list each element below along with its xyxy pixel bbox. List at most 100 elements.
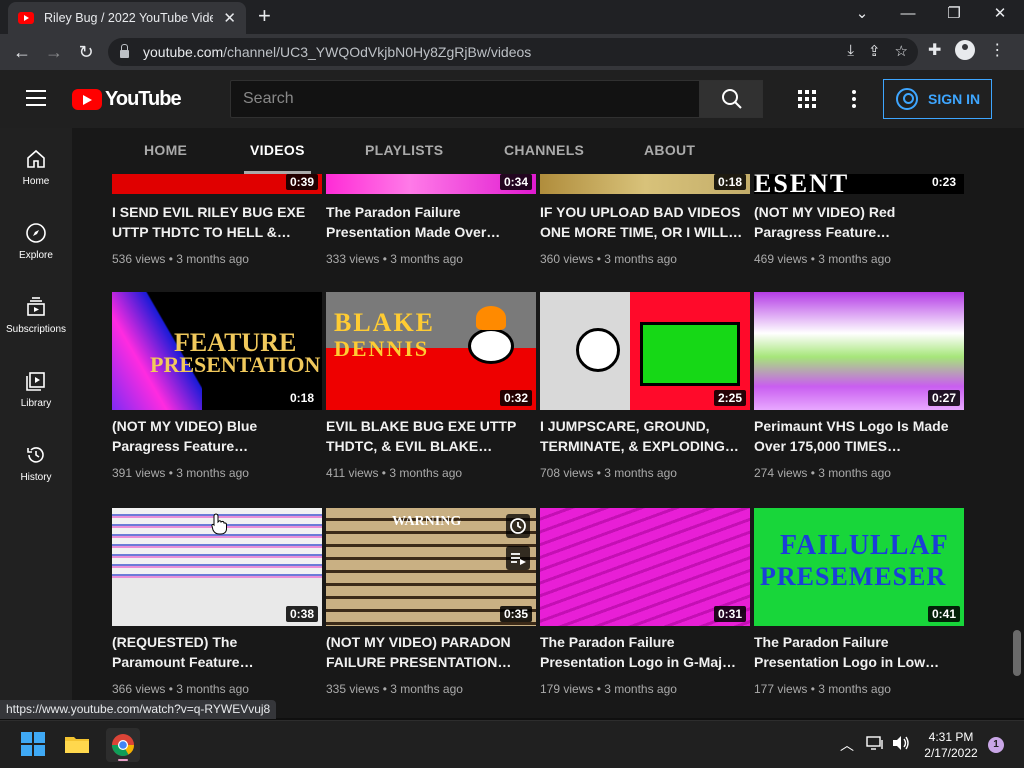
system-clock[interactable]: 4:31 PM 2/17/2022 (916, 729, 986, 761)
watch-later-icon[interactable] (506, 514, 530, 538)
video-title-line: THDTC, & EVIL BLAKE… (326, 438, 493, 454)
video-title[interactable]: (NOT MY VIDEO) PARADON FAILURE PRESENTATI… (326, 632, 536, 672)
compass-icon (26, 223, 46, 243)
video-duration: 0:23 (927, 174, 960, 190)
video-thumbnail[interactable]: ESENT 0:23 (754, 174, 964, 194)
share-icon[interactable]: ⇪ (868, 42, 881, 60)
reload-icon[interactable]: ↻ (70, 36, 102, 68)
windows-taskbar: ︿ 4:31 PM 2/17/2022 1 (0, 720, 1024, 768)
search-input[interactable]: Search (230, 80, 700, 118)
show-hidden-icons-chevron-icon[interactable]: ︿ (840, 735, 854, 755)
video-duration: 0:18 (713, 174, 746, 190)
video-title[interactable]: I JUMPSCARE, GROUND, TERMINATE, & EXPLODI… (540, 416, 750, 456)
video-thumbnail[interactable]: WARNING 0:35 (326, 508, 536, 626)
video-grid: 0:39 I SEND EVIL RILEY BUG EXE UTTP THDTC… (72, 174, 1024, 718)
tab-about[interactable]: ABOUT (644, 128, 695, 174)
tab-videos[interactable]: VIDEOS (244, 128, 311, 174)
network-icon[interactable] (866, 735, 884, 754)
video-thumbnail[interactable]: 0:31 (540, 508, 750, 626)
video-title-line: Perimaunt VHS Logo Is Made (754, 418, 949, 434)
video-title[interactable]: (REQUESTED) The Paramount Feature… (112, 632, 322, 672)
video-title-line: FAILURE PRESENTATION… (326, 654, 512, 670)
chrome-taskbar-icon[interactable] (106, 728, 140, 762)
address-bar[interactable]: youtube.com/channel/UC3_YWQOdVkjbN0Hy8Zg… (108, 38, 918, 66)
video-thumbnail[interactable]: 2:25 (540, 292, 750, 410)
guide-label-library: Library (20, 398, 52, 409)
youtube-logo[interactable]: YouTube (72, 88, 182, 111)
hamburger-menu-icon[interactable] (26, 90, 46, 106)
home-icon (27, 149, 45, 168)
url-host: youtube.com (143, 44, 224, 60)
browser-menu-icon[interactable]: ⋮ (989, 40, 1005, 60)
tab-close-icon[interactable]: ✕ (223, 9, 236, 27)
settings-more-icon[interactable] (852, 90, 856, 108)
video-thumbnail[interactable]: FAILULLAF PRESEMESER 0:41 (754, 508, 964, 626)
thumbnail-text: WARNING (392, 514, 462, 529)
search-button[interactable] (699, 80, 763, 118)
youtube-play-logo-icon (72, 89, 102, 110)
new-tab-icon[interactable]: + (258, 3, 271, 29)
back-arrow-icon[interactable]: ← (6, 36, 38, 68)
video-thumbnail[interactable]: BLAKE DENNIS 0:32 (326, 292, 536, 410)
scrollbar-thumb[interactable] (1013, 630, 1021, 676)
browser-tab[interactable]: Riley Bug / 2022 YouTube Videos ✕ (8, 2, 246, 34)
guide-item-library[interactable]: Library (0, 370, 72, 409)
guide-item-explore[interactable]: Explore (0, 222, 72, 261)
window-close-icon[interactable]: ✕ (990, 4, 1010, 24)
windows-start-icon[interactable] (20, 731, 48, 759)
video-thumbnail[interactable]: 0:39 (112, 174, 322, 194)
video-meta: 177 views • 3 months ago (754, 682, 891, 696)
video-title[interactable]: (NOT MY VIDEO) Blue Paragress Feature… (112, 416, 322, 456)
video-thumbnail[interactable]: 0:27 (754, 292, 964, 410)
guide-item-home[interactable]: Home (0, 148, 72, 187)
video-thumbnail[interactable]: 0:18 (540, 174, 750, 194)
lock-icon (120, 44, 129, 58)
tab-title: Riley Bug / 2022 YouTube Videos (44, 11, 214, 25)
forward-arrow-icon[interactable]: → (38, 36, 70, 68)
guide-label-explore: Explore (19, 250, 53, 261)
video-meta: 366 views • 3 months ago (112, 682, 249, 696)
guide-item-history[interactable]: History (0, 444, 72, 483)
video-meta: 411 views • 3 months ago (326, 466, 463, 480)
account-circle-icon (896, 88, 918, 110)
video-title[interactable]: The Paradon Failure Presentation Logo in … (540, 632, 750, 672)
video-title[interactable]: The Paradon Failure Presentation Logo in … (754, 632, 964, 672)
apps-grid-icon[interactable] (798, 90, 816, 108)
notification-badge[interactable]: 1 (988, 737, 1004, 753)
video-title-line: The Paradon Failure (540, 634, 675, 650)
video-title[interactable]: EVIL BLAKE BUG EXE UTTP THDTC, & EVIL BLA… (326, 416, 536, 456)
tab-search-icon[interactable]: ⌄ (852, 4, 872, 24)
minimize-icon[interactable]: — (898, 4, 918, 24)
tab-home[interactable]: HOME (144, 128, 187, 174)
extensions-puzzle-icon[interactable]: ✚ (928, 40, 941, 60)
thumbnail-text: FAILULLAF (780, 530, 949, 561)
video-title[interactable]: Perimaunt VHS Logo Is Made Over 175,000 T… (754, 416, 964, 456)
tab-playlists[interactable]: PLAYLISTS (365, 128, 443, 174)
add-to-queue-icon[interactable] (506, 546, 530, 570)
bookmark-star-icon[interactable]: ☆ (895, 42, 908, 60)
video-meta: 469 views • 3 months ago (754, 252, 891, 266)
video-title-line: Paragress Feature… (112, 438, 249, 454)
video-title[interactable]: I SEND EVIL RILEY BUG EXE UTTP THDTC TO H… (112, 202, 322, 242)
video-title[interactable]: (NOT MY VIDEO) Red Paragress Feature… (754, 202, 964, 242)
video-title[interactable]: The Paradon Failure Presentation Made Ove… (326, 202, 536, 242)
guide-label-history: History (20, 472, 52, 483)
video-duration: 0:39 (285, 174, 318, 190)
video-title-line: EVIL BLAKE BUG EXE UTTP (326, 418, 517, 434)
restore-icon[interactable]: ❐ (944, 4, 964, 24)
video-title-line: The Paradon Failure (754, 634, 889, 650)
tab-channels[interactable]: CHANNELS (504, 128, 584, 174)
video-duration: 0:27 (927, 390, 960, 406)
video-duration: 0:18 (285, 390, 318, 406)
clock-date: 2/17/2022 (924, 746, 978, 760)
volume-icon[interactable] (892, 735, 910, 754)
profile-avatar-icon[interactable] (955, 40, 976, 60)
video-title-line: I JUMPSCARE, GROUND, (540, 418, 710, 434)
sign-in-button[interactable]: SIGN IN (883, 79, 992, 119)
video-thumbnail[interactable]: 0:34 (326, 174, 536, 194)
guide-item-subscriptions[interactable]: Subscriptions (0, 296, 72, 335)
video-title[interactable]: IF YOU UPLOAD BAD VIDEOS ONE MORE TIME, O… (540, 202, 750, 242)
install-app-icon[interactable]: ⤓ (847, 42, 854, 60)
video-thumbnail[interactable]: FEATURE PRESENTATION 0:18 (112, 292, 322, 410)
file-explorer-icon[interactable] (64, 731, 92, 759)
